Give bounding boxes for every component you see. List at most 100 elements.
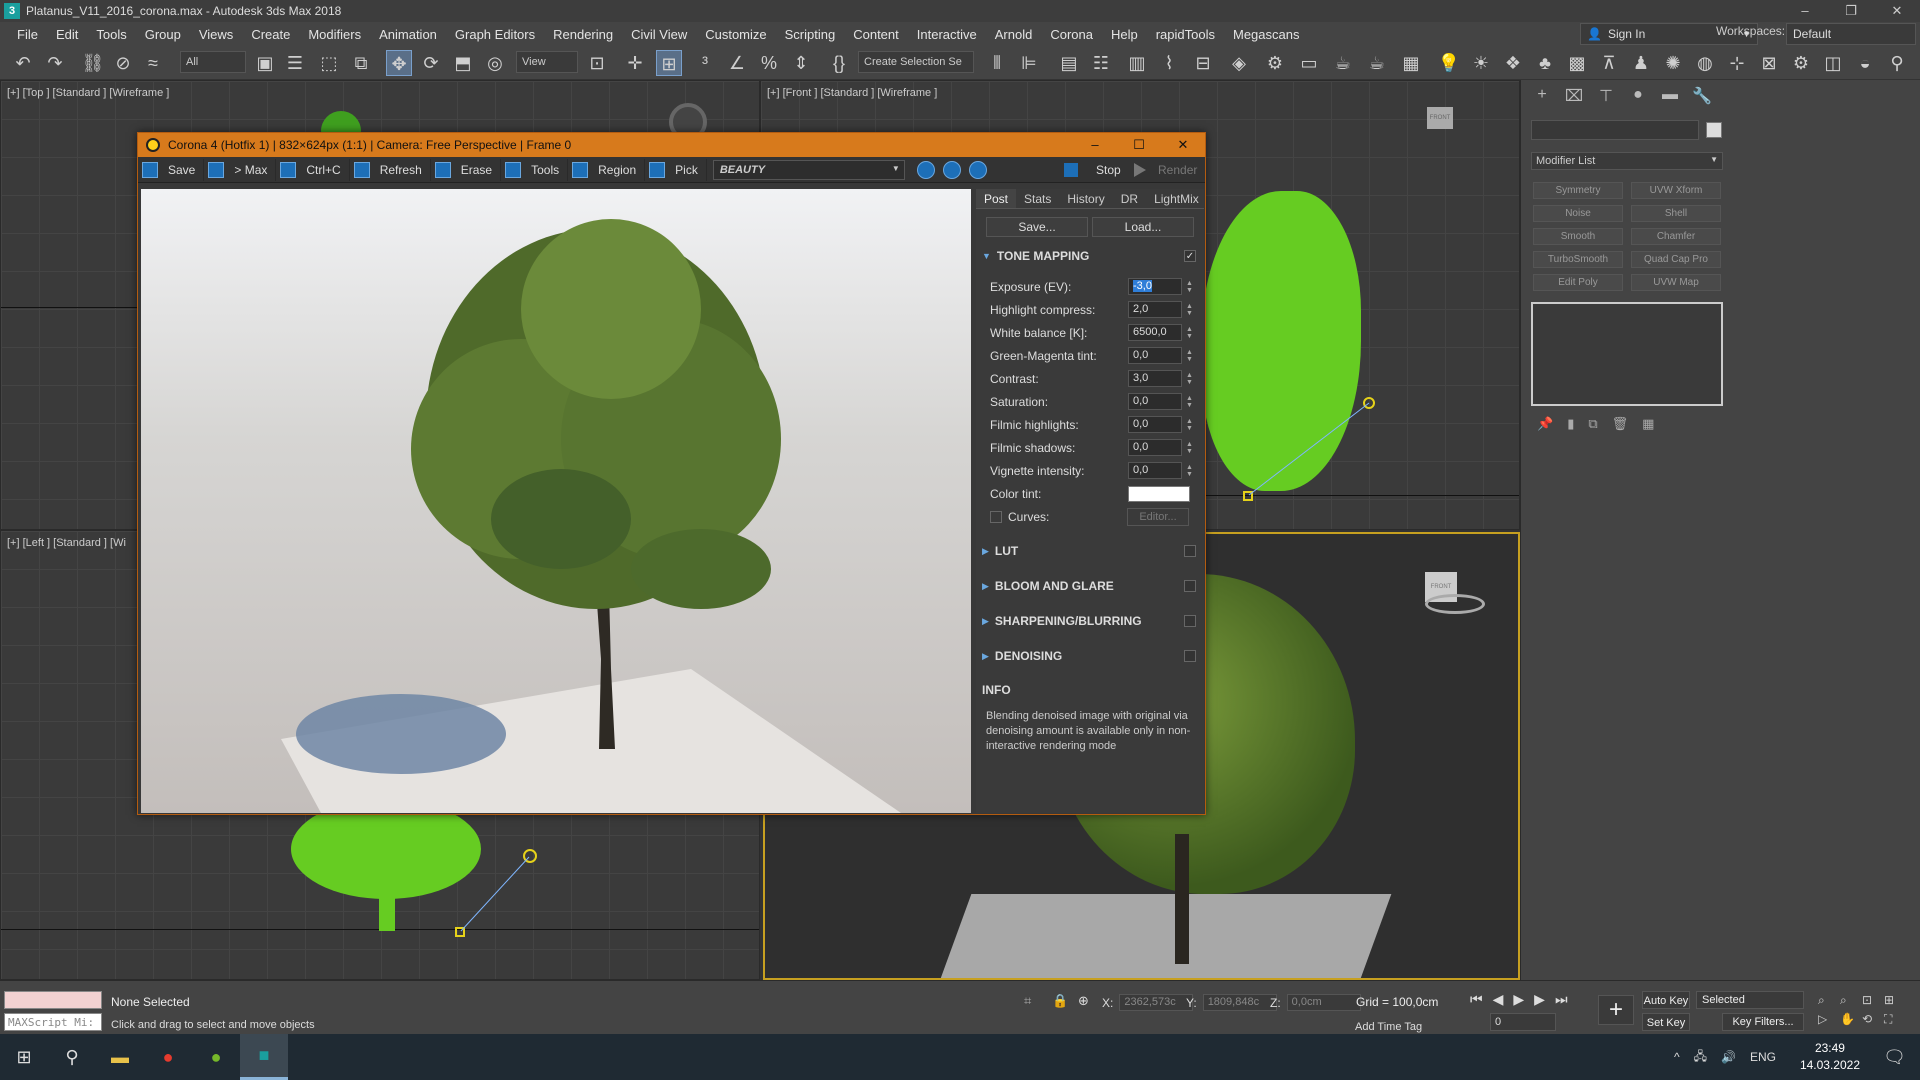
- menu-views[interactable]: Views: [190, 27, 242, 42]
- field-of-view-icon[interactable]: ▷: [1818, 1012, 1840, 1027]
- tab-dr[interactable]: DR: [1113, 189, 1146, 208]
- hierarchy-tab-icon[interactable]: ⊤: [1595, 86, 1617, 108]
- next-frame-icon[interactable]: ▶: [1534, 991, 1545, 1008]
- menu-rendering[interactable]: Rendering: [544, 27, 622, 42]
- corona-distance-icon[interactable]: ◒: [1852, 50, 1878, 76]
- curves-editor-button[interactable]: Editor...: [1127, 507, 1189, 526]
- scene-explorer-icon[interactable]: ▤: [1056, 50, 1082, 76]
- ribbon-icon[interactable]: ▥: [1124, 50, 1150, 76]
- sharpening-checkbox[interactable]: [1184, 615, 1196, 627]
- key-mode-dropdown[interactable]: Selected: [1696, 991, 1804, 1009]
- color-tint-swatch[interactable]: [1128, 485, 1190, 502]
- zoom-all-icon[interactable]: ⌕: [1840, 993, 1862, 1008]
- spinner-snap-icon[interactable]: ⇕: [788, 50, 814, 76]
- menu-interactive[interactable]: Interactive: [908, 27, 986, 42]
- chevron-up-icon[interactable]: ^: [1674, 1050, 1680, 1064]
- modify-tab-icon[interactable]: ⌧: [1563, 86, 1585, 108]
- saturation-input[interactable]: 0,0: [1128, 393, 1182, 410]
- maxscript-listener-output[interactable]: [4, 991, 102, 1009]
- filmic-shadows-input[interactable]: 0,0: [1128, 439, 1182, 456]
- menu-animation[interactable]: Animation: [370, 27, 446, 42]
- material-editor-icon[interactable]: ◈: [1226, 50, 1252, 76]
- snaps-toggle-icon[interactable]: ³: [692, 50, 718, 76]
- contrast-input[interactable]: 3,0: [1128, 370, 1182, 387]
- pin-stack-icon[interactable]: 📌: [1537, 416, 1553, 432]
- bloom-glare-header[interactable]: ▶ BLOOM AND GLARE: [976, 575, 1204, 597]
- menu-content[interactable]: Content: [844, 27, 908, 42]
- green-magenta-input[interactable]: 0,0: [1128, 347, 1182, 364]
- zoom-fit-icon[interactable]: [968, 160, 987, 179]
- menu-customize[interactable]: Customize: [696, 27, 775, 42]
- vfb-refresh-button[interactable]: Refresh: [350, 158, 431, 181]
- network-icon[interactable]: 🖧: [1694, 1047, 1707, 1068]
- remove-modifier-icon[interactable]: 🗑: [1612, 416, 1629, 432]
- menu-megascans[interactable]: Megascans: [1224, 27, 1308, 42]
- scale-icon[interactable]: ⬒: [450, 50, 476, 76]
- show-end-result-icon[interactable]: ▮: [1567, 416, 1574, 432]
- go-to-end-icon[interactable]: ⏭: [1555, 991, 1568, 1008]
- spinner-icon[interactable]: ▲ ▼: [1186, 441, 1193, 455]
- vfb-pick-button[interactable]: Pick: [645, 158, 707, 181]
- modifier-shell-button[interactable]: Shell: [1631, 205, 1721, 222]
- render-channel-dropdown[interactable]: BEAUTY ▼: [712, 159, 905, 180]
- tab-stats[interactable]: Stats: [1016, 189, 1059, 208]
- menu-arnold[interactable]: Arnold: [986, 27, 1042, 42]
- align-icon[interactable]: ⊫: [1016, 50, 1042, 76]
- coord-z-input[interactable]: 0,0cm: [1286, 994, 1361, 1011]
- minimize-button[interactable]: –: [1782, 0, 1828, 22]
- corona-settings-icon[interactable]: ✺: [1660, 50, 1686, 76]
- set-key-button[interactable]: Set Key: [1642, 1013, 1690, 1031]
- menu-scripting[interactable]: Scripting: [776, 27, 845, 42]
- modifier-noise-button[interactable]: Noise: [1533, 205, 1623, 222]
- modifier-edit-poly-button[interactable]: Edit Poly: [1533, 274, 1623, 291]
- spinner-icon[interactable]: ▲ ▼: [1186, 349, 1193, 363]
- post-save-button[interactable]: Save...: [986, 217, 1088, 237]
- viewport-left-label[interactable]: [+] [Left ] [Standard ] [Wi: [7, 537, 126, 549]
- sharpening-header[interactable]: ▶ SHARPENING/BLURRING: [976, 610, 1204, 632]
- previous-frame-icon[interactable]: ◀: [1493, 991, 1504, 1008]
- zoom-icon[interactable]: ⌕: [1818, 993, 1840, 1008]
- vfb-maximize-button[interactable]: ☐: [1117, 133, 1161, 157]
- coord-x-input[interactable]: 2362,573c: [1119, 994, 1194, 1011]
- vignette-input[interactable]: 0,0: [1128, 462, 1182, 479]
- modifier-stack[interactable]: [1531, 302, 1723, 406]
- corona-scene-icon[interactable]: ⚲: [1884, 50, 1910, 76]
- selection-lock-icon[interactable]: 🔒: [1052, 993, 1068, 1009]
- spinner-icon[interactable]: ▲ ▼: [1186, 372, 1193, 386]
- maximize-viewport-icon[interactable]: ⛶: [1884, 1012, 1906, 1027]
- render-activeshade-icon[interactable]: ▦: [1398, 50, 1424, 76]
- pan-icon[interactable]: ✋: [1840, 1012, 1862, 1027]
- notification-icon[interactable]: 🗨: [1883, 1047, 1906, 1068]
- highlight-compress-input[interactable]: 2,0: [1128, 301, 1182, 318]
- corona-converter-icon[interactable]: ♟: [1628, 50, 1654, 76]
- vfb-stop-button[interactable]: Stop: [1064, 159, 1121, 181]
- schematic-view-icon[interactable]: ⊟: [1190, 50, 1216, 76]
- restore-button[interactable]: ❐: [1828, 0, 1874, 22]
- object-name-field[interactable]: [1531, 120, 1699, 140]
- tone-mapping-checkbox[interactable]: ✓: [1184, 250, 1196, 262]
- add-time-tag[interactable]: Add Time Tag: [1355, 1021, 1422, 1033]
- layer-explorer-icon[interactable]: ☷: [1088, 50, 1114, 76]
- vfb-render-button[interactable]: Render: [1134, 159, 1197, 181]
- close-button[interactable]: ✕: [1874, 0, 1920, 22]
- keyboard-shortcut-toggle-icon[interactable]: ⊞: [656, 50, 682, 76]
- viewport-front-label[interactable]: [+] [Front ] [Standard ] [Wireframe ]: [767, 87, 937, 99]
- configure-modifier-sets-icon[interactable]: ▦: [1642, 416, 1654, 432]
- link-icon[interactable]: ⛓: [80, 50, 106, 76]
- corona-lister-icon[interactable]: ⚙: [1788, 50, 1814, 76]
- create-tab-icon[interactable]: +: [1531, 86, 1553, 108]
- menu-help[interactable]: Help: [1102, 27, 1147, 42]
- undo-icon[interactable]: ↶: [10, 50, 36, 76]
- isolate-selection-icon[interactable]: ⌗: [1024, 993, 1031, 1009]
- curve-editor-icon[interactable]: ⌇: [1156, 50, 1182, 76]
- menu-corona[interactable]: Corona: [1041, 27, 1102, 42]
- auto-key-button[interactable]: Auto Key: [1642, 991, 1690, 1009]
- select-move-icon[interactable]: ✥: [386, 50, 412, 76]
- new-key-icon[interactable]: +: [1598, 995, 1634, 1025]
- corona-decal-icon[interactable]: ⊼: [1596, 50, 1622, 76]
- vfb-erase-button[interactable]: Erase: [431, 158, 502, 181]
- yandex-browser-icon[interactable]: ●: [144, 1034, 192, 1080]
- select-object-icon[interactable]: ▣: [252, 50, 278, 76]
- make-unique-icon[interactable]: ⧉: [1588, 416, 1597, 432]
- modifier-symmetry-button[interactable]: Symmetry: [1533, 182, 1623, 199]
